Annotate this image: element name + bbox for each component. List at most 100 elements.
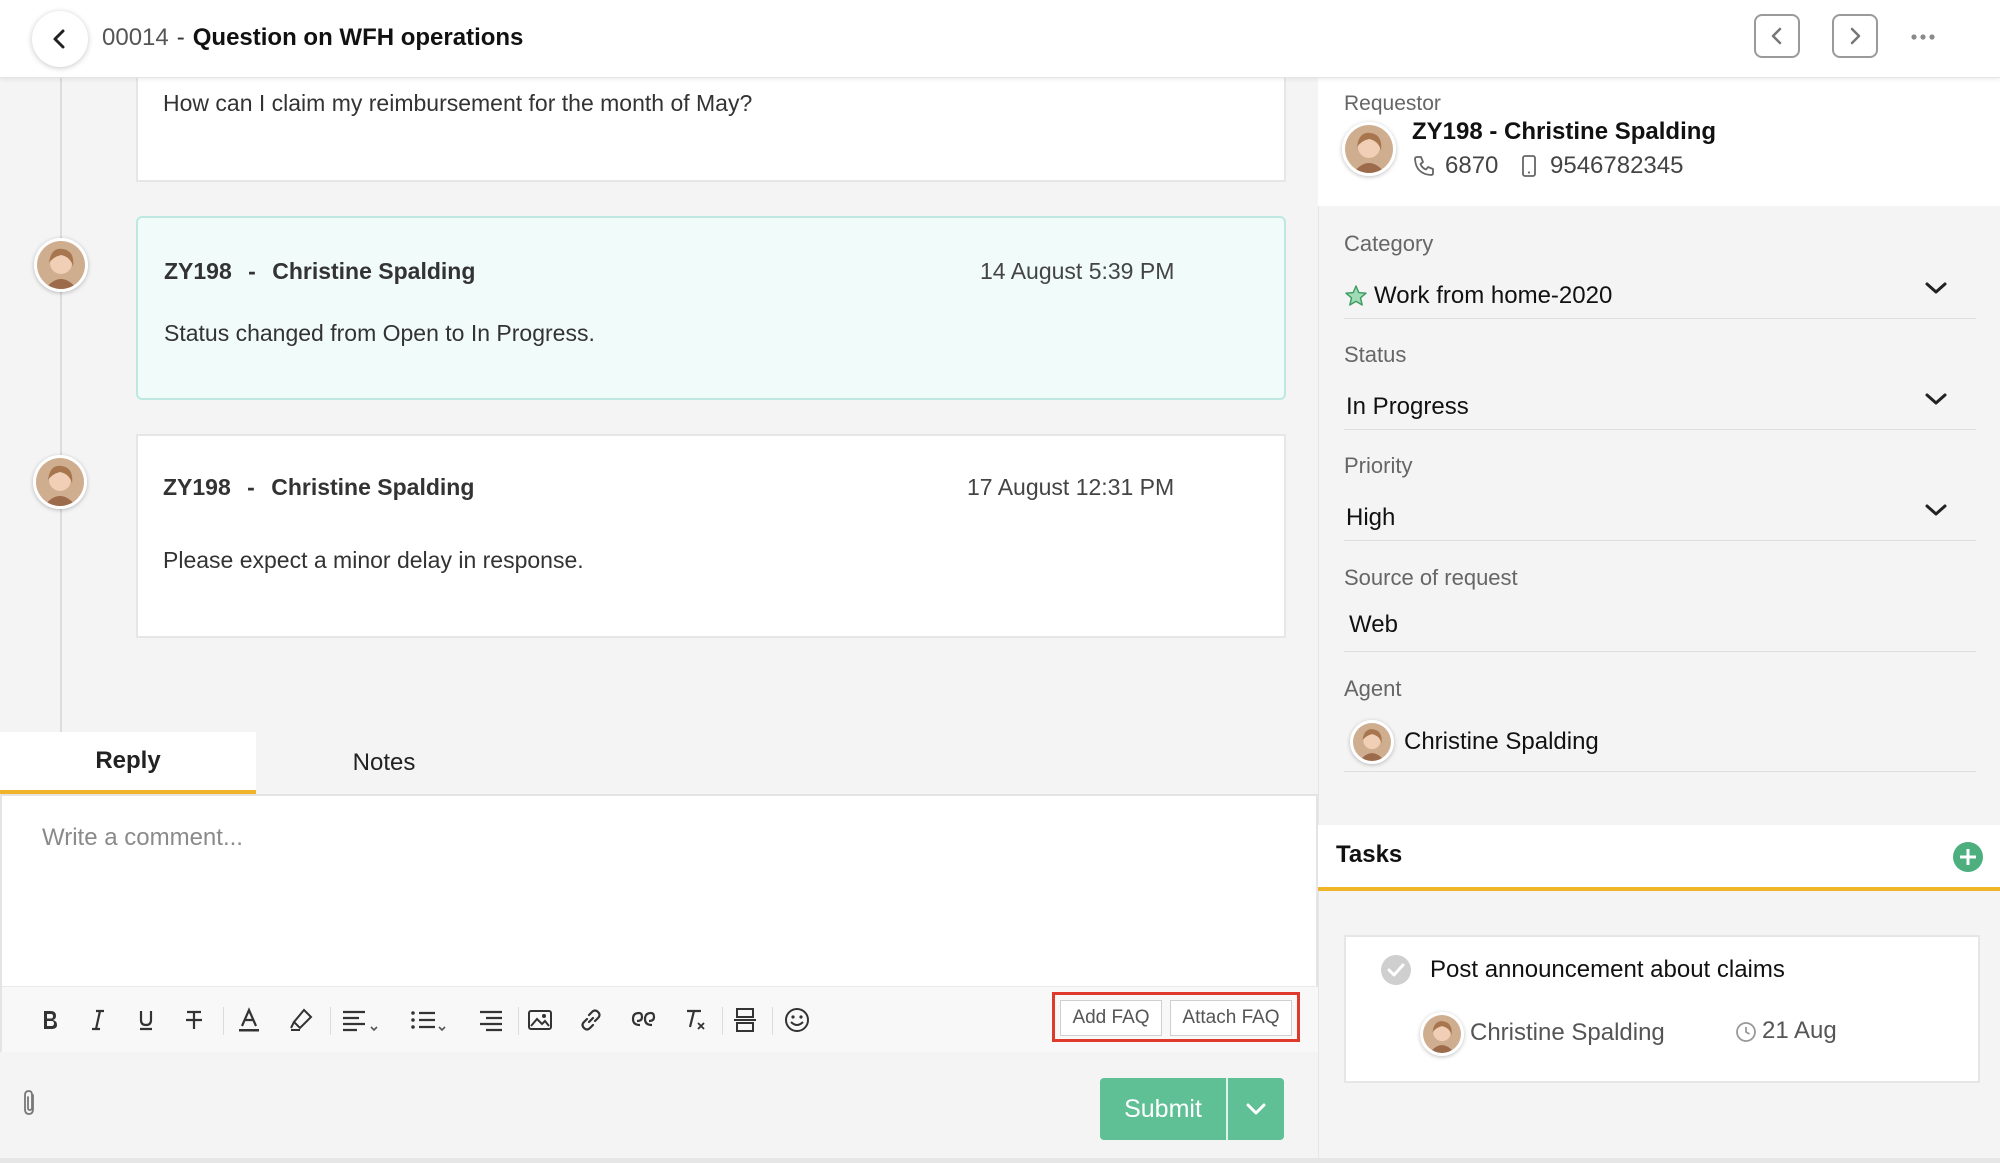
event-author: ZY198 - Christine Spalding	[164, 258, 475, 285]
status-dropdown[interactable]	[1924, 391, 1948, 407]
add-task-button[interactable]	[1952, 841, 1984, 873]
avatar	[33, 455, 87, 509]
add-faq-button[interactable]: Add FAQ	[1060, 1000, 1162, 1036]
attach-faq-button[interactable]: Attach FAQ	[1170, 1000, 1292, 1036]
avatar-image	[37, 241, 85, 289]
more-options-button[interactable]	[1906, 20, 1940, 54]
comment-placeholder[interactable]: Write a comment...	[42, 824, 243, 852]
priority-value[interactable]: High	[1346, 504, 1395, 532]
source-label: Source of request	[1344, 565, 1518, 590]
ticket-id: 00014	[102, 24, 169, 51]
clear-format-icon	[687, 1009, 705, 1030]
chevron-left-icon	[53, 29, 65, 49]
chevron-left-icon	[1771, 27, 1782, 45]
category-icon-wrap	[1344, 284, 1368, 308]
phone-icon-wrap	[1412, 154, 1436, 178]
attach-file-button[interactable]	[20, 1088, 40, 1118]
reply-tabs: Reply Notes	[0, 732, 1318, 794]
agent-value[interactable]: Christine Spalding	[1404, 728, 1599, 756]
check-circle-icon	[1381, 955, 1411, 985]
tasks-title: Tasks	[1336, 841, 1403, 868]
plus-circle-icon	[1953, 842, 1983, 872]
bold-icon	[44, 1011, 57, 1029]
task-complete-toggle[interactable]	[1380, 954, 1412, 986]
status-label: Status	[1344, 342, 1407, 367]
align-left-icon	[343, 1010, 378, 1032]
insert-link-button[interactable]	[574, 1003, 608, 1037]
list-dropdown[interactable]	[406, 1003, 452, 1037]
bottom-border	[0, 1158, 2000, 1163]
field-divider	[1344, 318, 1976, 319]
underline-icon	[139, 1011, 153, 1031]
emoji-button[interactable]	[780, 1003, 814, 1037]
category-label: Category	[1344, 231, 1434, 256]
toolbar-divider	[722, 1007, 723, 1035]
page-break-button[interactable]	[728, 1003, 762, 1037]
status-value[interactable]: In Progress	[1346, 393, 1469, 421]
clear-format-button[interactable]	[678, 1003, 712, 1037]
avatar	[34, 238, 88, 292]
font-color-button[interactable]	[232, 1003, 266, 1037]
task-title[interactable]: Post announcement about claims	[1430, 956, 1785, 984]
event-timestamp: 17 August 12:31 PM	[967, 474, 1175, 500]
submit-options-button[interactable]	[1228, 1078, 1284, 1140]
clock-icon	[1736, 1022, 1756, 1042]
status-event-card	[136, 216, 1286, 400]
message-text: How can I claim my reimbursement for the…	[163, 90, 753, 116]
category-value[interactable]: Work from home-2020	[1374, 282, 1612, 310]
agent-avatar	[1350, 720, 1394, 764]
highlight-button[interactable]	[284, 1003, 318, 1037]
priority-dropdown[interactable]	[1924, 502, 1948, 518]
event-timestamp: 14 August 5:39 PM	[980, 258, 1175, 284]
paperclip-icon	[24, 1090, 34, 1115]
image-icon	[528, 1010, 552, 1030]
toolbar-divider	[518, 1007, 519, 1035]
insert-image-button[interactable]	[523, 1003, 557, 1037]
next-ticket-button[interactable]	[1832, 14, 1878, 58]
field-divider	[1344, 429, 1976, 430]
chevron-right-icon	[1850, 27, 1861, 45]
phone-icon	[1414, 156, 1434, 176]
tasks-header: Tasks	[1318, 825, 2000, 891]
italic-button[interactable]	[81, 1003, 115, 1037]
more-horizontal-icon	[1911, 34, 1935, 40]
source-value[interactable]: Web	[1349, 611, 1398, 639]
ticket-title: Question on WFH operations	[192, 24, 524, 51]
previous-ticket-button[interactable]	[1754, 14, 1800, 58]
tab-reply[interactable]: Reply	[0, 732, 256, 794]
list-icon	[411, 1011, 446, 1032]
toolbar-divider	[330, 1007, 331, 1035]
underline-button[interactable]	[129, 1003, 163, 1037]
back-button[interactable]	[32, 11, 88, 67]
ticket-header: 00014- Question on WFH operations	[0, 0, 2000, 78]
timeline-line	[60, 78, 62, 733]
author-id: ZY198	[164, 258, 232, 284]
quote-button[interactable]	[626, 1003, 660, 1037]
agent-label: Agent	[1344, 676, 1402, 701]
task-assignee-avatar	[1420, 1012, 1464, 1056]
strikethrough-button[interactable]	[177, 1003, 211, 1037]
align-dropdown[interactable]	[338, 1003, 384, 1037]
indent-button[interactable]	[474, 1003, 508, 1037]
event-text: Please expect a minor delay in response.	[163, 547, 584, 573]
requestor-name[interactable]: ZY198 - Christine Spalding	[1412, 118, 1716, 146]
requestor-mobile: 9546782345	[1550, 152, 1684, 179]
strikethrough-icon	[186, 1010, 202, 1029]
author-id: ZY198	[163, 474, 231, 500]
category-dropdown[interactable]	[1924, 280, 1948, 296]
bold-button[interactable]	[33, 1003, 67, 1037]
emoji-icon	[785, 1008, 809, 1032]
font-color-icon	[239, 1007, 259, 1032]
author-separator: -	[247, 474, 255, 500]
faq-actions: Add FAQ Attach FAQ	[1052, 992, 1300, 1042]
mobile-icon-wrap	[1520, 154, 1538, 178]
highlighter-icon	[290, 1008, 313, 1031]
toolbar-divider	[772, 1007, 773, 1035]
avatar-image	[1423, 1015, 1461, 1053]
requestor-extension: 6870	[1445, 152, 1499, 179]
submit-button[interactable]: Submit	[1100, 1078, 1226, 1140]
requestor-label: Requestor	[1344, 92, 1441, 115]
chevron-down-icon	[1925, 282, 1947, 294]
tab-notes[interactable]: Notes	[256, 732, 512, 794]
indent-icon	[480, 1010, 502, 1032]
